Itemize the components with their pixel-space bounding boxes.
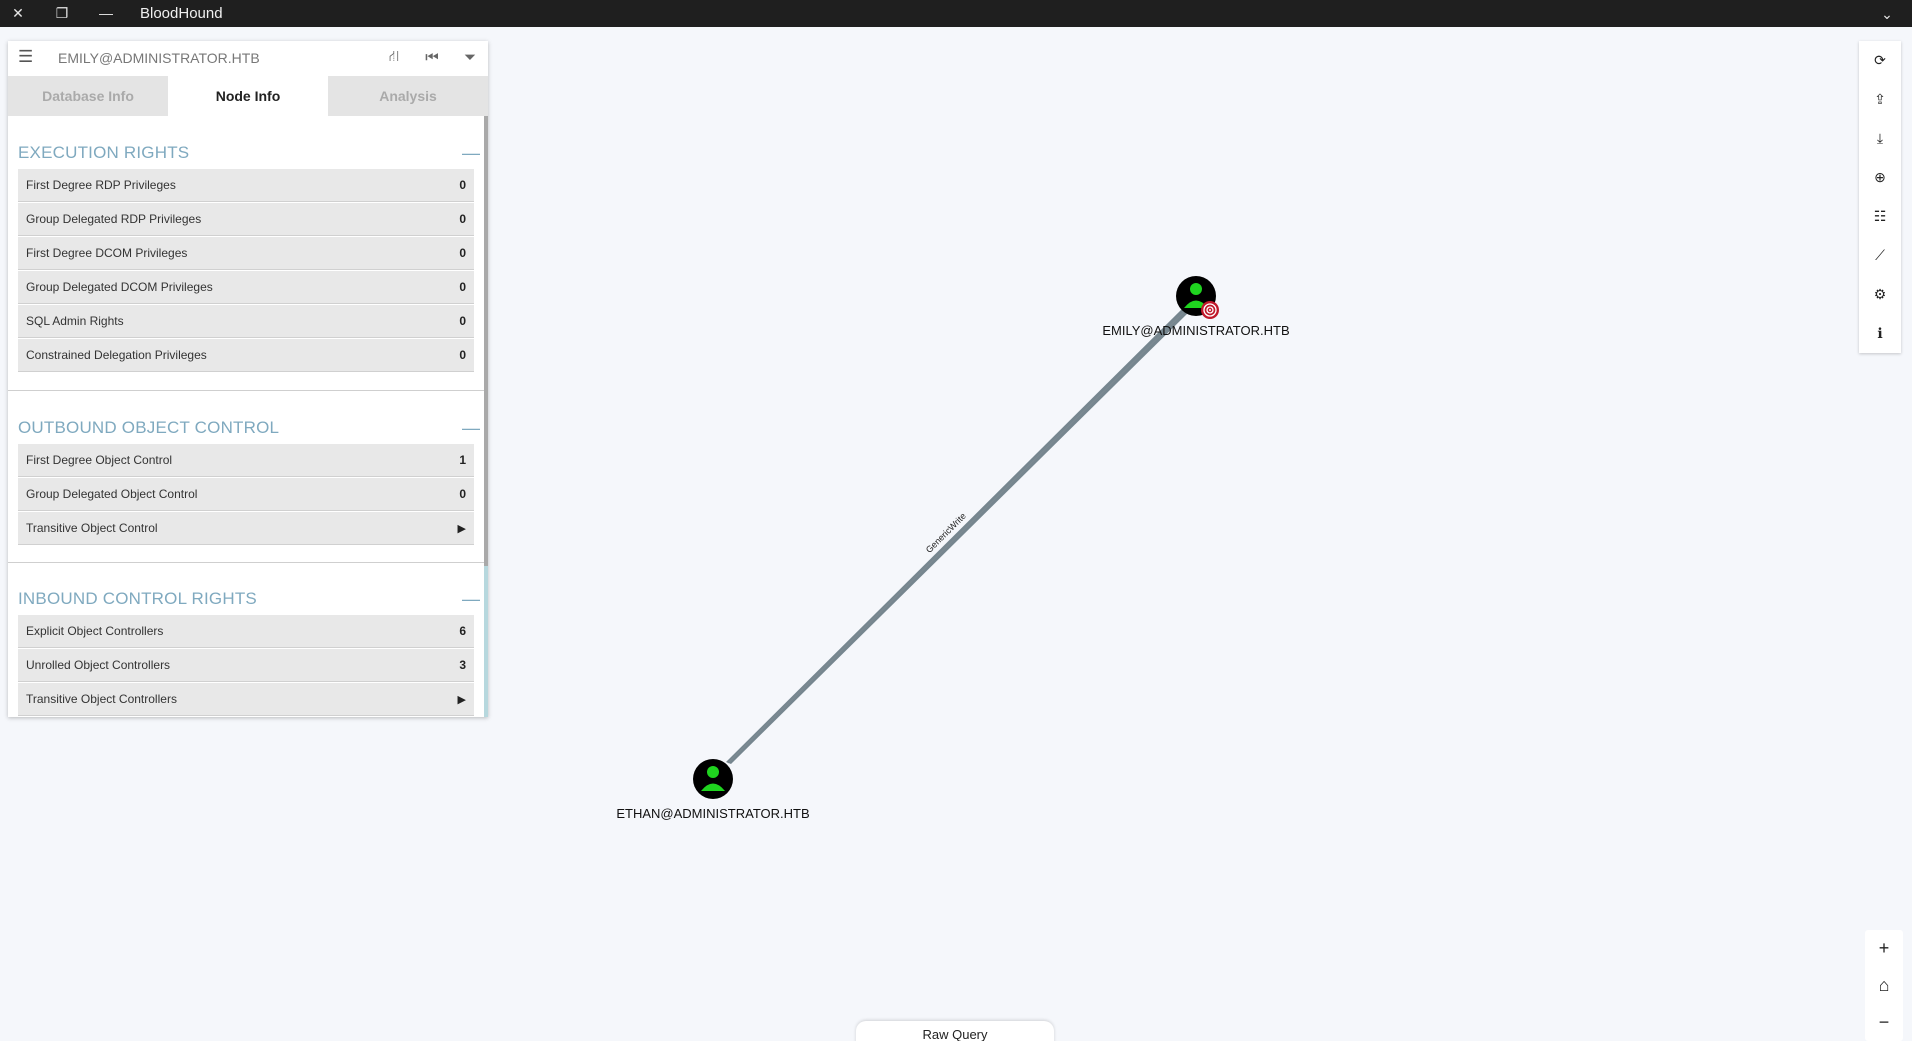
node-label-emily: EMILY@ADMINISTRATOR.HTB: [1102, 323, 1290, 338]
pathfinding-icon[interactable]: ⛙: [386, 48, 402, 66]
list-item[interactable]: Explicit Object Controllers 6: [18, 615, 474, 648]
list-item[interactable]: Transitive Object Controllers ▶: [18, 683, 474, 716]
panel-tabs: Database Info Node Info Analysis: [8, 76, 488, 116]
row-value: 0: [459, 348, 466, 362]
collapse-icon[interactable]: —: [462, 589, 480, 610]
list-item[interactable]: Unrolled Object Controllers 3: [18, 649, 474, 682]
row-label: Unrolled Object Controllers: [26, 658, 171, 672]
list-item[interactable]: First Degree DCOM Privileges 0: [18, 237, 474, 270]
list-item[interactable]: Transitive Object Control ▶: [18, 512, 474, 545]
zoom-in-icon[interactable]: +: [1865, 930, 1903, 967]
back-icon[interactable]: ⏮: [424, 48, 440, 66]
node-info-panel: ☰ EMILY@ADMINISTRATOR.HTB ⛙ ⏮ ⏷ Database…: [8, 41, 488, 717]
search-bar: ☰ EMILY@ADMINISTRATOR.HTB ⛙ ⏮ ⏷: [8, 41, 488, 75]
window-title: BloodHound: [140, 5, 223, 22]
row-label: Explicit Object Controllers: [26, 624, 164, 638]
row-label: First Degree Object Control: [26, 453, 173, 467]
row-label: Constrained Delegation Privileges: [26, 348, 207, 362]
title-bar: ✕ ❐ — BloodHound ⌄: [0, 0, 1912, 27]
close-icon[interactable]: ✕: [7, 2, 29, 24]
refresh-icon[interactable]: ⟳: [1859, 41, 1901, 80]
row-label: First Degree DCOM Privileges: [26, 246, 188, 260]
download-icon[interactable]: ⤓: [1859, 119, 1901, 158]
row-value: 0: [459, 212, 466, 226]
list-item[interactable]: First Degree Object Control 1: [18, 444, 474, 477]
node-label-ethan: ETHAN@ADMINISTRATOR.HTB: [616, 806, 810, 821]
minimize-icon[interactable]: —: [95, 2, 117, 24]
list-item[interactable]: First Degree RDP Privileges 0: [18, 169, 474, 202]
upload-circle-icon[interactable]: ⊕: [1859, 158, 1901, 197]
target-icon: [1201, 301, 1219, 319]
list-item[interactable]: Group Delegated RDP Privileges 0: [18, 203, 474, 236]
search-input[interactable]: EMILY@ADMINISTRATOR.HTB: [58, 50, 260, 66]
expand-arrow-icon[interactable]: ▶: [458, 693, 466, 706]
expand-arrow-icon[interactable]: ▶: [458, 522, 466, 535]
zoom-controls: + ⌂ −: [1865, 930, 1903, 1041]
chevron-down-icon[interactable]: ⌄: [1876, 3, 1898, 25]
right-toolbar: ⟳ ⇪ ⤓ ⊕ ☷ ⟋ ⚙ ℹ: [1859, 41, 1901, 353]
row-value: 0: [459, 314, 466, 328]
panel-content: EXECUTION RIGHTS — First Degree RDP Priv…: [8, 116, 488, 717]
row-label: Group Delegated RDP Privileges: [26, 212, 202, 226]
tab-analysis[interactable]: Analysis: [328, 76, 488, 116]
row-label: Group Delegated Object Control: [26, 487, 198, 501]
settings-icon[interactable]: ⚙: [1859, 275, 1901, 314]
row-value: 1: [459, 453, 466, 467]
tab-node-info[interactable]: Node Info: [168, 76, 328, 116]
list-icon[interactable]: ☷: [1859, 197, 1901, 236]
list-item[interactable]: SQL Admin Rights 0: [18, 305, 474, 338]
menu-icon[interactable]: ☰: [18, 48, 36, 66]
row-label: Transitive Object Control: [26, 521, 158, 535]
row-value: 0: [459, 280, 466, 294]
raw-query-label: Raw Query: [922, 1027, 988, 1041]
row-label: First Degree RDP Privileges: [26, 178, 176, 192]
section-title: INBOUND CONTROL RIGHTS: [18, 589, 257, 608]
node-ethan[interactable]: [693, 759, 733, 799]
restore-icon[interactable]: ❐: [51, 2, 73, 24]
collapse-icon[interactable]: —: [462, 143, 480, 164]
row-value: 0: [459, 246, 466, 260]
divider: [8, 390, 484, 391]
list-item[interactable]: Constrained Delegation Privileges 0: [18, 339, 474, 372]
row-value: 3: [459, 658, 466, 672]
chart-icon[interactable]: ⟋: [1859, 236, 1901, 275]
row-label: Group Delegated DCOM Privileges: [26, 280, 213, 294]
list-item[interactable]: Group Delegated DCOM Privileges 0: [18, 271, 474, 304]
section-title: EXECUTION RIGHTS: [18, 143, 190, 162]
row-value: 0: [459, 487, 466, 501]
row-value: 0: [459, 178, 466, 192]
collapse-icon[interactable]: —: [462, 418, 480, 439]
info-icon[interactable]: ℹ: [1859, 314, 1901, 353]
section-title: OUTBOUND OBJECT CONTROL: [18, 418, 280, 437]
zoom-out-icon[interactable]: −: [1865, 1004, 1903, 1041]
raw-query-button[interactable]: Raw Query: [856, 1021, 1054, 1041]
upload-icon[interactable]: ⇪: [1859, 80, 1901, 119]
home-icon[interactable]: ⌂: [1865, 967, 1903, 1004]
list-item[interactable]: Group Delegated Object Control 0: [18, 478, 474, 511]
graph-edge[interactable]: [726, 305, 1189, 764]
row-value: 6: [459, 624, 466, 638]
row-label: SQL Admin Rights: [26, 314, 124, 328]
divider: [8, 562, 484, 563]
tab-database-info[interactable]: Database Info: [8, 76, 168, 116]
row-label: Transitive Object Controllers: [26, 692, 177, 706]
filter-icon[interactable]: ⏷: [462, 48, 478, 66]
scrollbar-thumb[interactable]: [484, 566, 488, 717]
